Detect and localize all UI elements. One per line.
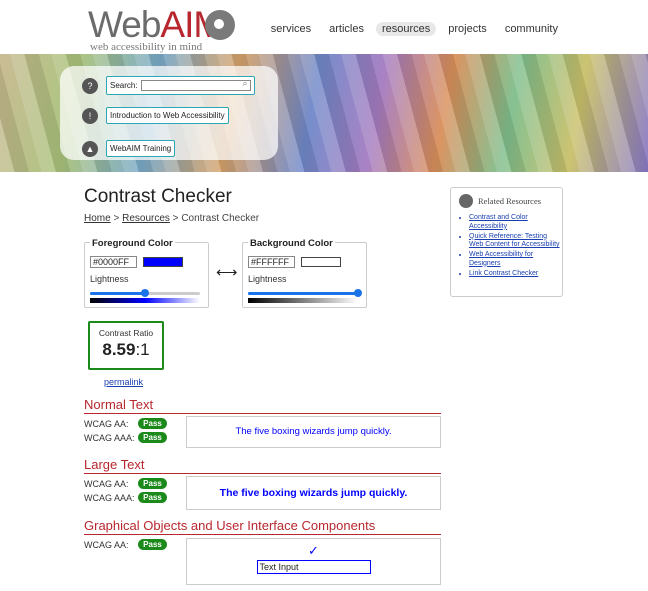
contrast-ratio-label: Contrast Ratio (98, 328, 154, 338)
related-link[interactable]: Web Accessibility for Designers (469, 251, 533, 267)
related-link[interactable]: Quick Reference: Testing Web Content for… (469, 233, 560, 249)
breadcrumb-sep: > (169, 213, 182, 224)
search-row: ? Search: (82, 76, 255, 95)
webaim-logo[interactable]: WebAIM web accessibility in mind (88, 4, 235, 53)
contrast-ratio-suffix: :1 (135, 340, 150, 359)
list-item: Web Accessibility for Designers (469, 251, 561, 268)
list-item: Quick Reference: Testing Web Content for… (469, 233, 561, 250)
training-link[interactable]: WebAIM Training (106, 140, 176, 157)
large-aaa-badge: Pass (138, 492, 167, 503)
related-resources-box: Related Resources Contrast and Color Acc… (450, 187, 563, 297)
normal-text-sample: The five boxing wizards jump quickly. (186, 416, 441, 448)
breadcrumb-home[interactable]: Home (84, 213, 111, 224)
search-label: Search: (110, 81, 138, 90)
nav-services[interactable]: services (265, 22, 317, 36)
info-icon: ! (82, 107, 98, 124)
quick-links-panel: ? Search: ! Introduction to Web Accessib… (60, 66, 278, 160)
background-lightness-gradient (248, 298, 358, 303)
nav-resources[interactable]: resources (375, 22, 437, 36)
search-box: Search: (106, 76, 255, 95)
graphical-aa-badge: Pass (138, 539, 167, 550)
hero-banner: ? Search: ! Introduction to Web Accessib… (0, 54, 648, 172)
large-aaa-label: WCAG AAA: (84, 493, 135, 503)
foreground-slider-fill (90, 292, 145, 295)
swap-colors-icon[interactable]: ⟷ (216, 263, 238, 281)
sample-text-input[interactable]: Text Input (256, 560, 371, 574)
large-aa-label: WCAG AA: (84, 479, 129, 489)
training-icon: ▲ (82, 140, 98, 157)
gear-head-icon (205, 10, 235, 40)
background-lightness-slider[interactable] (248, 289, 362, 297)
checkmark-icon: ✓ (308, 543, 319, 558)
background-hex-input[interactable]: #FFFFFF (248, 256, 295, 268)
foreground-color-panel: Foreground Color #0000FF Lightness (84, 238, 209, 308)
breadcrumb: Home > Resources > Contrast Checker (84, 213, 259, 224)
related-resources-icon (459, 194, 473, 208)
contrast-ratio-value: 8.59 (102, 340, 136, 359)
graphical-sample-box: ✓ Text Input (186, 538, 441, 585)
normal-aa-label: WCAG AA: (84, 419, 129, 429)
normal-text-heading: Normal Text (84, 397, 441, 414)
related-resources-title: Related Resources (478, 196, 542, 206)
normal-aaa-label: WCAG AAA: (84, 433, 135, 443)
breadcrumb-current: Contrast Checker (181, 213, 260, 224)
foreground-lightness-label: Lightness (90, 274, 129, 284)
large-text-sample: The five boxing wizards jump quickly. (186, 476, 441, 510)
graphical-aa-label: WCAG AA: (84, 540, 129, 550)
list-item: Link Contrast Checker (469, 270, 561, 279)
nav-articles[interactable]: articles (323, 22, 370, 36)
graphical-objects-heading: Graphical Objects and User Interface Com… (84, 518, 441, 535)
training-row: ▲ WebAIM Training (82, 140, 176, 157)
breadcrumb-resources[interactable]: Resources (122, 213, 170, 224)
foreground-legend: Foreground Color (90, 238, 175, 249)
breadcrumb-sep: > (110, 213, 123, 224)
background-slider-fill (248, 292, 358, 295)
background-color-panel: Background Color #FFFFFF Lightness (242, 238, 367, 308)
related-link[interactable]: Contrast and Color Accessibility (469, 214, 528, 230)
intro-row: ! Introduction to Web Accessibility (82, 107, 229, 124)
foreground-lightness-gradient (90, 298, 200, 303)
permalink-link[interactable]: permalink (104, 377, 143, 387)
normal-aaa-badge: Pass (138, 432, 167, 443)
background-slider-thumb[interactable] (354, 289, 362, 297)
list-item: Contrast and Color Accessibility (469, 214, 561, 231)
related-resources-list: Contrast and Color Accessibility Quick R… (461, 214, 561, 280)
intro-link[interactable]: Introduction to Web Accessibility (106, 107, 229, 124)
contrast-ratio-box: Contrast Ratio 8.59:1 (88, 321, 164, 370)
site-header: WebAIM web accessibility in mind service… (0, 0, 648, 54)
background-lightness-label: Lightness (248, 274, 287, 284)
background-color-picker[interactable] (301, 257, 341, 267)
page-title: Contrast Checker (84, 186, 232, 207)
related-link[interactable]: Link Contrast Checker (469, 270, 538, 277)
foreground-lightness-slider[interactable] (90, 289, 200, 297)
search-input[interactable] (140, 78, 251, 91)
nav-community[interactable]: community (499, 22, 564, 36)
normal-aa-badge: Pass (138, 418, 167, 429)
foreground-slider-thumb[interactable] (141, 289, 149, 297)
main-nav: services articles resources projects com… (265, 22, 564, 36)
logo-word-plain: Web (88, 4, 161, 45)
large-text-heading: Large Text (84, 457, 441, 474)
nav-projects[interactable]: projects (442, 22, 493, 36)
large-aa-badge: Pass (138, 478, 167, 489)
background-legend: Background Color (248, 238, 335, 249)
foreground-hex-input[interactable]: #0000FF (90, 256, 137, 268)
search-row-icon: ? (82, 77, 98, 94)
foreground-color-picker[interactable] (143, 257, 183, 267)
